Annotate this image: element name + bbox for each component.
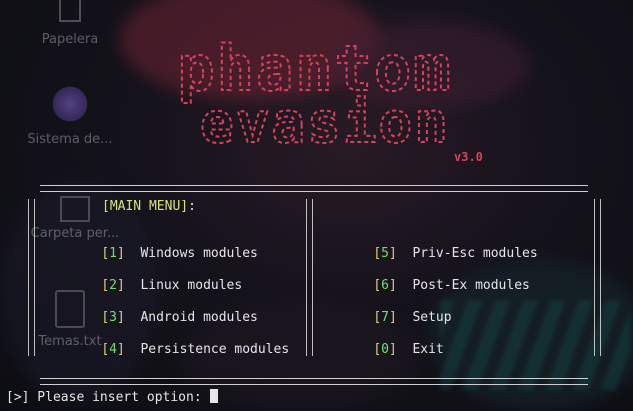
bracket: [ — [373, 342, 382, 357]
menu-item-spacer — [125, 246, 141, 261]
phantom-evasion-logo: phantom evasion — [176, 31, 451, 150]
menu-top-border — [40, 185, 588, 192]
bracket: ] — [388, 278, 397, 293]
menu-item-persistence[interactable]: [4] Persistence modules — [70, 327, 289, 372]
terminal-window[interactable]: phantom evasion v3.0 [MAIN MENU]: [1] Wi… — [0, 0, 633, 411]
menu-item-number: 0 — [381, 342, 389, 357]
menu-bottom-border — [40, 378, 588, 385]
menu-right-border — [594, 199, 601, 356]
menu-item-spacer — [397, 342, 413, 357]
bracket: [ — [101, 342, 110, 357]
menu-left-border — [28, 199, 35, 356]
menu-item-exit[interactable]: [0] Exit — [342, 327, 444, 372]
main-menu-title-colon: : — [188, 199, 196, 214]
bracket: ] — [388, 310, 397, 325]
bracket: [ — [101, 310, 110, 325]
menu-item-spacer — [397, 246, 413, 261]
menu-item-spacer — [125, 310, 141, 325]
bracket: ] — [116, 278, 125, 293]
text-cursor — [209, 389, 218, 403]
bracket: [ — [373, 246, 382, 261]
menu-item-number: 1 — [109, 246, 117, 261]
version-label: v3.0 — [454, 150, 483, 164]
menu-item-spacer — [125, 342, 141, 357]
menu-item-spacer — [397, 278, 413, 293]
bracket: ] — [116, 246, 125, 261]
bracket: ] — [388, 246, 397, 261]
menu-center-divider — [306, 199, 313, 356]
menu-item-number: 6 — [381, 278, 389, 293]
bracket: [ — [101, 278, 110, 293]
menu-item-label: Android modules — [140, 310, 258, 325]
main-menu-title-text: [MAIN MENU] — [102, 199, 189, 214]
input-prompt[interactable]: [>] Please insert option: — [6, 389, 218, 405]
menu-item-number: 5 — [381, 246, 389, 261]
menu-item-number: 2 — [109, 278, 117, 293]
menu-item-label: Windows modules — [140, 246, 258, 261]
menu-item-spacer — [397, 310, 413, 325]
menu-item-number: 7 — [381, 310, 389, 325]
bracket: [ — [373, 278, 382, 293]
menu-item-label: Priv-Esc modules — [412, 246, 538, 261]
menu-item-label: Persistence modules — [140, 342, 290, 357]
bracket: ] — [388, 342, 397, 357]
menu-item-number: 4 — [109, 342, 117, 357]
bracket: ] — [116, 310, 125, 325]
prompt-text: [>] Please insert option: — [6, 390, 210, 405]
bracket: ] — [116, 342, 125, 357]
menu-item-spacer — [125, 278, 141, 293]
menu-item-label: Setup — [412, 310, 452, 325]
logo-line-2: evasion — [200, 91, 450, 150]
menu-item-label: Exit — [412, 342, 444, 357]
bracket: [ — [101, 246, 110, 261]
menu-item-label: Linux modules — [140, 278, 243, 293]
menu-item-label: Post-Ex modules — [412, 278, 530, 293]
menu-item-number: 3 — [109, 310, 117, 325]
main-menu-title: [MAIN MENU]: — [102, 199, 196, 214]
bracket: [ — [373, 310, 382, 325]
